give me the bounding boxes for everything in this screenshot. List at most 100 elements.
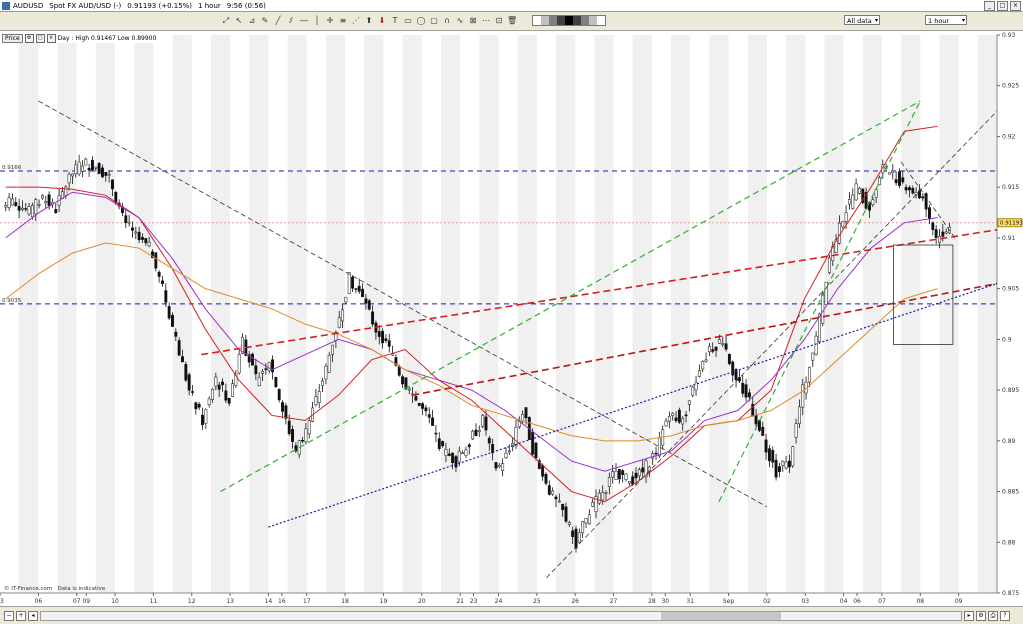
candle-body bbox=[771, 450, 775, 463]
color-swatch[interactable] bbox=[565, 16, 573, 25]
text-icon[interactable]: T bbox=[390, 16, 400, 26]
candle-body bbox=[454, 456, 458, 468]
candle-body bbox=[124, 215, 128, 223]
day-band bbox=[172, 35, 192, 593]
candle-body bbox=[504, 452, 508, 459]
print-icon[interactable]: ⎙ bbox=[988, 611, 998, 621]
y-tick-label: 0.925 bbox=[1002, 83, 1019, 90]
candle-body bbox=[141, 237, 144, 240]
rect-icon[interactable]: ▢ bbox=[429, 16, 439, 26]
candle-body bbox=[104, 171, 108, 176]
color-swatch[interactable] bbox=[557, 16, 565, 25]
scrollbar-thumb[interactable] bbox=[661, 612, 781, 620]
timeframe-label: 1 hour bbox=[198, 1, 221, 10]
candle-body bbox=[274, 377, 278, 388]
candle-body bbox=[407, 388, 411, 391]
pen-icon[interactable]: ✎ bbox=[260, 16, 270, 26]
candle-body bbox=[487, 437, 491, 444]
candle-body bbox=[181, 356, 184, 363]
arrow-up-icon[interactable]: ⬆ bbox=[364, 16, 374, 26]
horizontal-scrollbar[interactable] bbox=[40, 611, 962, 621]
candle-body bbox=[437, 438, 441, 449]
color-swatch[interactable] bbox=[533, 16, 541, 25]
magnet-icon[interactable]: ∩ bbox=[442, 16, 452, 26]
x-tick-label: 30 bbox=[661, 598, 669, 605]
cross-icon[interactable]: ✛ bbox=[325, 16, 335, 26]
color-swatch[interactable] bbox=[549, 16, 557, 25]
candle-body bbox=[284, 405, 288, 419]
ruler-icon[interactable]: ⊿ bbox=[247, 16, 257, 26]
close-icon[interactable]: × bbox=[1010, 1, 1021, 11]
label-icon[interactable]: ▭ bbox=[403, 16, 413, 26]
candle-body bbox=[184, 364, 188, 381]
candle-body bbox=[267, 362, 271, 371]
maximize-icon[interactable]: □ bbox=[997, 1, 1008, 11]
candle-body bbox=[131, 227, 134, 231]
candle-body bbox=[101, 167, 104, 178]
candle-body bbox=[91, 159, 94, 171]
ellipse-icon[interactable]: ◯ bbox=[416, 16, 426, 26]
color-swatch[interactable] bbox=[581, 16, 589, 25]
candle-body bbox=[364, 298, 368, 304]
zoom-in-icon[interactable]: + bbox=[16, 611, 26, 621]
candle-body bbox=[344, 296, 348, 303]
help-icon[interactable]: ? bbox=[1000, 611, 1010, 621]
zoom-out-icon[interactable]: − bbox=[4, 611, 14, 621]
day-band bbox=[709, 35, 729, 593]
settings-icon[interactable]: ⚙ bbox=[24, 34, 34, 43]
candle-body bbox=[321, 380, 325, 386]
day-band bbox=[249, 35, 269, 593]
candle-body bbox=[921, 196, 925, 199]
trendline-icon[interactable]: ╱ bbox=[273, 16, 283, 26]
arrow-down-icon[interactable]: ⬇ bbox=[377, 16, 387, 26]
x-tick-label: 17 bbox=[303, 598, 311, 605]
candle-body bbox=[677, 409, 681, 423]
fib-icon[interactable]: ≡ bbox=[338, 16, 348, 26]
candle-body bbox=[801, 384, 805, 408]
settings-icon[interactable]: ⚙ bbox=[976, 611, 986, 621]
symbol-label: AUDUSD bbox=[13, 1, 44, 10]
range-dropdown[interactable]: All data ▾ bbox=[844, 15, 880, 25]
x-tick-label: 14 bbox=[265, 598, 273, 605]
minimize-icon[interactable]: _ bbox=[984, 1, 995, 11]
x-tick-label: 07 bbox=[878, 598, 886, 605]
lock-icon[interactable]: ⊡ bbox=[494, 16, 504, 26]
candle-body bbox=[371, 311, 375, 325]
chart-area[interactable]: 0.875 0.88 0.885 0.89 0.895 0.9 0.905 0.91 0.915… bbox=[0, 31, 1023, 623]
trash-icon[interactable]: 🗑 bbox=[507, 16, 517, 26]
scroll-right-icon[interactable]: ▸ bbox=[964, 611, 974, 621]
wave-icon[interactable]: ∿ bbox=[455, 16, 465, 26]
fan-icon[interactable]: ⋰ bbox=[351, 16, 361, 26]
candle-body bbox=[464, 449, 468, 456]
price-chart[interactable]: 0.875 0.88 0.885 0.89 0.895 0.9 0.905 0.91 0.915… bbox=[0, 31, 1023, 606]
hline-icon[interactable]: ― bbox=[299, 16, 309, 26]
candle-body bbox=[624, 473, 628, 480]
color-swatch[interactable] bbox=[597, 16, 605, 25]
candle-body bbox=[898, 171, 901, 186]
interval-dropdown[interactable]: 1 hour ▾ bbox=[925, 15, 967, 25]
color-palette[interactable] bbox=[532, 15, 606, 26]
close-panel-icon[interactable]: × bbox=[46, 34, 56, 43]
x-tick-label: 18 bbox=[341, 598, 349, 605]
x-tick-label: 21 bbox=[456, 598, 464, 605]
cursor-icon[interactable]: ↖ bbox=[234, 16, 244, 26]
candle-body bbox=[201, 414, 204, 425]
maximize-panel-icon[interactable]: □ bbox=[35, 34, 45, 43]
candle-body bbox=[561, 503, 565, 510]
pointer-icon[interactable]: ⤢ bbox=[221, 16, 231, 26]
color-swatch[interactable] bbox=[573, 16, 581, 25]
candle-body bbox=[351, 276, 355, 289]
day-band bbox=[95, 35, 116, 593]
color-swatch[interactable] bbox=[541, 16, 549, 25]
color-swatch[interactable] bbox=[589, 16, 597, 25]
gann-icon[interactable]: ⊠ bbox=[468, 16, 478, 26]
cycle-icon[interactable]: ⋯ bbox=[481, 16, 491, 26]
channel-icon[interactable]: ⫽ bbox=[286, 16, 296, 26]
scroll-left-icon[interactable]: ◂ bbox=[28, 611, 38, 621]
drawing-toolbar: ⤢ ↖ ⊿ ✎ ╱ ⫽ ― │ ✛ ≡ ⋰ ⬆ ⬇ T ▭ ◯ ▢ ∩ ∿ ⊠ … bbox=[0, 12, 1023, 31]
vline-icon[interactable]: │ bbox=[312, 16, 322, 26]
day-band bbox=[977, 35, 997, 593]
candle-body bbox=[397, 366, 401, 376]
candle-body bbox=[691, 386, 695, 396]
candle-body bbox=[74, 164, 78, 175]
